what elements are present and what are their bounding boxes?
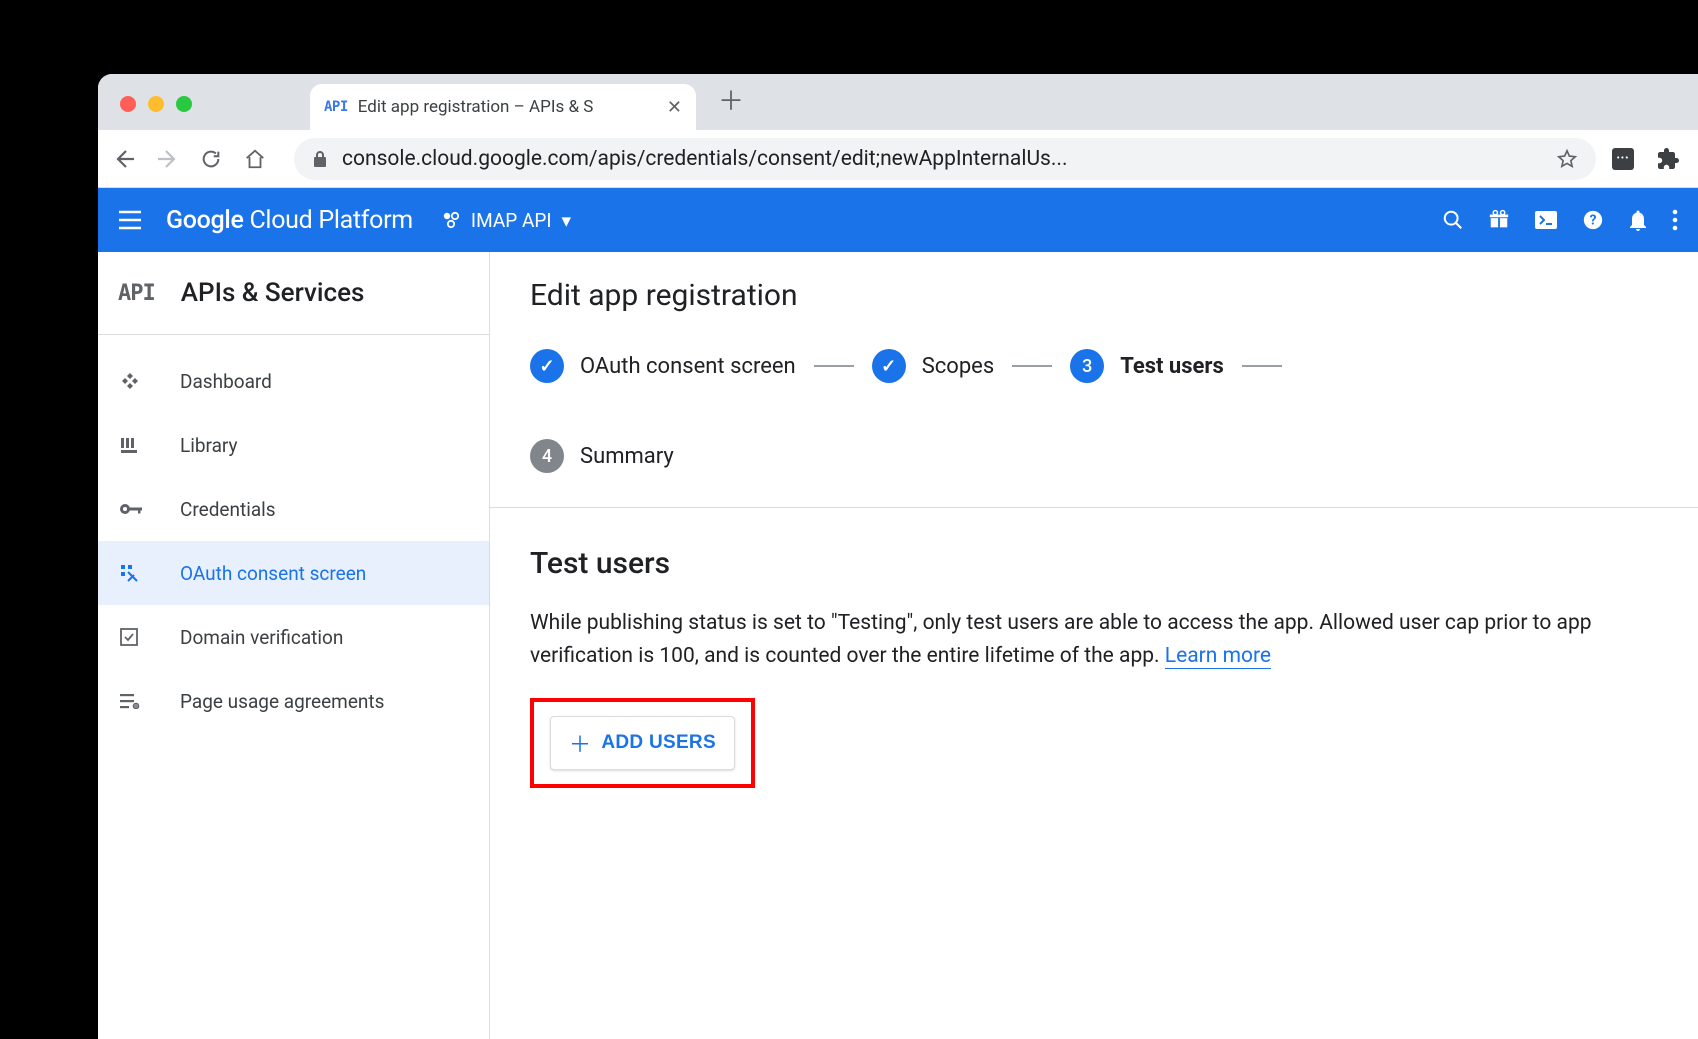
step-connector xyxy=(1242,365,1282,367)
verified-icon xyxy=(120,628,148,646)
check-icon xyxy=(872,349,906,383)
step-test-users[interactable]: 3 Test users xyxy=(1070,349,1224,383)
gcp-body: API APIs & Services Dashboard Library xyxy=(98,252,1698,1039)
cloud-shell-icon[interactable] xyxy=(1534,210,1558,230)
library-icon xyxy=(120,436,148,454)
svg-text:?: ? xyxy=(1590,213,1597,229)
window-controls xyxy=(112,96,200,130)
agreements-icon xyxy=(120,693,148,709)
api-icon: API xyxy=(118,281,155,306)
browser-toolbar: console.cloud.google.com/apis/credential… xyxy=(98,130,1698,188)
tab-strip: API Edit app registration – APIs & S ✕ ＋ xyxy=(98,74,1698,130)
sidebar: API APIs & Services Dashboard Library xyxy=(98,252,490,1039)
check-icon xyxy=(530,349,564,383)
notifications-icon[interactable] xyxy=(1628,209,1648,231)
sidebar-item-domain-verification[interactable]: Domain verification xyxy=(98,605,489,669)
divider xyxy=(490,507,1698,508)
project-name: IMAP API xyxy=(471,209,552,232)
gcp-header: Google Cloud Platform IMAP API ▾ ? xyxy=(98,188,1698,252)
step-label: Summary xyxy=(580,444,674,469)
sidebar-item-dashboard[interactable]: Dashboard xyxy=(98,349,489,413)
sidebar-item-credentials[interactable]: Credentials xyxy=(98,477,489,541)
stepper: OAuth consent screen Scopes 3 Test users… xyxy=(530,349,1658,473)
gcp-logo[interactable]: Google Cloud Platform xyxy=(166,206,413,235)
sidebar-section-title: APIs & Services xyxy=(181,278,365,308)
section-title: Test users xyxy=(530,546,1658,581)
back-button[interactable] xyxy=(112,147,140,171)
plus-icon: ＋ xyxy=(569,727,591,759)
add-users-highlight: ＋ ADD USERS xyxy=(530,698,755,788)
gift-icon[interactable] xyxy=(1488,209,1510,231)
step-scopes[interactable]: Scopes xyxy=(872,349,995,383)
search-icon[interactable] xyxy=(1442,209,1464,231)
window-maximize-button[interactable] xyxy=(176,96,192,112)
window-minimize-button[interactable] xyxy=(148,96,164,112)
section-text: While publishing status is set to "Testi… xyxy=(530,611,1592,668)
hamburger-menu-icon[interactable] xyxy=(118,210,142,230)
tab-close-icon[interactable]: ✕ xyxy=(667,97,682,118)
browser-tab[interactable]: API Edit app registration – APIs & S ✕ xyxy=(310,84,696,130)
home-button[interactable] xyxy=(244,148,272,170)
step-summary[interactable]: 4 Summary xyxy=(530,439,674,473)
sidebar-item-label: Domain verification xyxy=(180,626,343,649)
forward-button[interactable] xyxy=(156,147,184,171)
dashboard-icon xyxy=(120,371,148,391)
main-content: Edit app registration OAuth consent scre… xyxy=(490,252,1698,1039)
step-number-badge: 3 xyxy=(1070,349,1104,383)
sidebar-item-library[interactable]: Library xyxy=(98,413,489,477)
url-text: console.cloud.google.com/apis/credential… xyxy=(342,147,1542,171)
window-close-button[interactable] xyxy=(120,96,136,112)
sidebar-nav: Dashboard Library Credentials xyxy=(98,335,489,733)
browser-window: API Edit app registration – APIs & S ✕ ＋… xyxy=(98,74,1698,1039)
step-connector xyxy=(1012,365,1052,367)
learn-more-link[interactable]: Learn more xyxy=(1165,644,1271,669)
step-connector xyxy=(814,365,854,367)
sidebar-item-label: Credentials xyxy=(180,498,276,521)
step-label: Scopes xyxy=(922,354,995,379)
sidebar-item-label: Library xyxy=(180,434,238,457)
step-oauth-consent[interactable]: OAuth consent screen xyxy=(530,349,796,383)
extension-icon[interactable]: ••• xyxy=(1612,148,1640,170)
consent-icon xyxy=(120,564,148,582)
new-tab-button[interactable]: ＋ xyxy=(718,81,744,118)
tab-favicon-icon: API xyxy=(324,99,348,115)
project-icon xyxy=(441,210,461,230)
sidebar-item-label: Page usage agreements xyxy=(180,690,384,713)
add-users-label: ADD USERS xyxy=(601,732,716,754)
sidebar-item-label: OAuth consent screen xyxy=(180,562,366,585)
sidebar-item-oauth-consent[interactable]: OAuth consent screen xyxy=(98,541,489,605)
page-title: Edit app registration xyxy=(530,278,1658,313)
step-label: Test users xyxy=(1120,354,1224,379)
section-description: While publishing status is set to "Testi… xyxy=(530,607,1658,672)
dropdown-icon: ▾ xyxy=(562,209,572,232)
reload-button[interactable] xyxy=(200,148,228,170)
project-picker[interactable]: IMAP API ▾ xyxy=(441,209,571,232)
tab-title: Edit app registration – APIs & S xyxy=(358,97,659,117)
sidebar-item-label: Dashboard xyxy=(180,370,272,393)
key-icon xyxy=(120,502,148,516)
extensions-puzzle-icon[interactable] xyxy=(1656,147,1684,171)
help-icon[interactable]: ? xyxy=(1582,209,1604,231)
sidebar-item-page-usage[interactable]: Page usage agreements xyxy=(98,669,489,733)
bookmark-star-icon[interactable] xyxy=(1556,148,1578,170)
sidebar-header: API APIs & Services xyxy=(98,252,489,335)
step-label: OAuth consent screen xyxy=(580,354,796,379)
lock-icon xyxy=(312,150,328,168)
more-vert-icon[interactable] xyxy=(1672,209,1678,231)
step-number-badge: 4 xyxy=(530,439,564,473)
add-users-button[interactable]: ＋ ADD USERS xyxy=(550,716,735,770)
address-bar[interactable]: console.cloud.google.com/apis/credential… xyxy=(294,138,1596,180)
